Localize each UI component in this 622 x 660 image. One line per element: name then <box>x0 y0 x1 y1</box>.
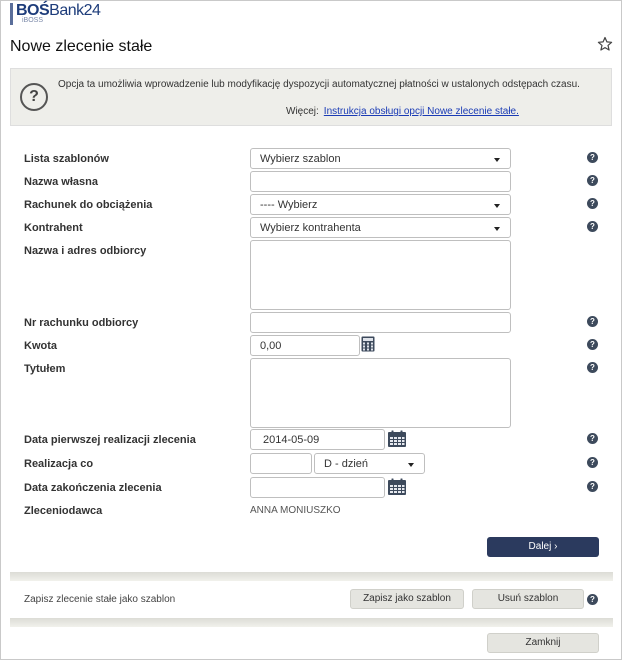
brand-name-rest: Bank24 <box>49 2 101 19</box>
info-panel: ? Opcja ta umożliwia wprowadzenie lub mo… <box>10 68 612 126</box>
own-name-label: Nazwa własna <box>24 176 98 188</box>
frequency-label: Realizacja co <box>24 458 94 470</box>
help-icon[interactable]: ? <box>587 339 598 350</box>
recipient-name-label: Nazwa i adres odbiorcy <box>24 245 147 257</box>
amount-value: 0,00 <box>260 339 282 352</box>
brand-logo: BOŚBank24 iBOSS <box>10 2 101 25</box>
amount-input[interactable]: 0,00 <box>250 335 360 356</box>
frequency-input[interactable] <box>250 453 312 474</box>
recipient-account-input[interactable] <box>250 312 511 333</box>
star-icon[interactable] <box>597 36 613 52</box>
templates-select[interactable]: Wybierz szablon <box>250 148 511 169</box>
recipient-name-textarea[interactable] <box>250 240 511 310</box>
recipient-account-label: Nr rachunku odbiorcy <box>24 317 139 329</box>
debit-account-label: Rachunek do obciążenia <box>24 199 153 211</box>
first-date-label: Data pierwszej realizacji zlecenia <box>24 434 196 446</box>
brand-sub: iBOSS <box>22 17 44 24</box>
help-icon[interactable]: ? <box>587 221 598 232</box>
help-icon[interactable]: ? <box>587 152 598 163</box>
question-circle-icon: ? <box>20 83 48 111</box>
title-label: Tytułem <box>24 363 66 375</box>
contractor-label: Kontrahent <box>24 222 83 234</box>
help-icon[interactable]: ? <box>587 362 598 373</box>
help-icon[interactable]: ? <box>587 481 598 492</box>
close-button[interactable]: Zamknij <box>487 633 599 653</box>
save-template-button[interactable]: Zapisz jako szablon <box>350 589 464 609</box>
info-more-label: Więcej: <box>286 106 319 117</box>
section-divider <box>10 618 613 627</box>
contractor-value: Wybierz kontrahenta <box>260 221 361 234</box>
help-icon[interactable]: ? <box>587 594 598 605</box>
amount-label: Kwota <box>24 340 57 352</box>
instruction-link[interactable]: Instrukcja obsługi opcji Nowe zlecenie s… <box>324 106 519 117</box>
help-icon[interactable]: ? <box>587 316 598 327</box>
debit-account-select[interactable]: ---- Wybierz <box>250 194 511 215</box>
delete-template-button[interactable]: Usuń szablon <box>472 589 584 609</box>
logo-bar <box>10 3 13 25</box>
end-date-input[interactable] <box>250 477 385 498</box>
calendar-icon[interactable] <box>387 478 407 496</box>
calendar-icon[interactable] <box>387 430 407 448</box>
calculator-icon[interactable] <box>361 336 375 352</box>
debit-account-value: ---- Wybierz <box>260 198 318 211</box>
contractor-select[interactable]: Wybierz kontrahenta <box>250 217 511 238</box>
templates-label: Lista szablonów <box>24 153 109 165</box>
ordering-party-value: ANNA MONIUSZKO <box>250 505 341 516</box>
next-button-label: Dalej <box>528 541 552 552</box>
help-icon[interactable]: ? <box>587 457 598 468</box>
chevron-right-icon: › <box>554 541 558 552</box>
page-title: Nowe zlecenie stałe <box>10 38 153 55</box>
frequency-unit-value: D - dzień <box>324 457 369 470</box>
own-name-input[interactable] <box>250 171 511 192</box>
help-icon[interactable]: ? <box>587 198 598 209</box>
help-icon[interactable]: ? <box>587 175 598 186</box>
section-divider <box>10 572 613 581</box>
info-more: Więcej: Instrukcja obsługi opcji Nowe zle… <box>286 106 519 117</box>
info-text: Opcja ta umożliwia wprowadzenie lub mody… <box>58 79 580 90</box>
frequency-unit-select[interactable]: D - dzień <box>314 453 425 474</box>
end-date-label: Data zakończenia zlecenia <box>24 482 162 494</box>
help-icon[interactable]: ? <box>587 433 598 444</box>
first-date-input[interactable]: 2014-05-09 <box>250 429 385 450</box>
ordering-party-label: Zleceniodawca <box>24 505 103 517</box>
next-button[interactable]: Dalej › <box>487 537 599 557</box>
templates-value: Wybierz szablon <box>260 152 341 165</box>
template-section-label: Zapisz zlecenie stałe jako szablon <box>24 594 176 605</box>
title-textarea[interactable] <box>250 358 511 428</box>
first-date-value: 2014-05-09 <box>263 433 320 446</box>
